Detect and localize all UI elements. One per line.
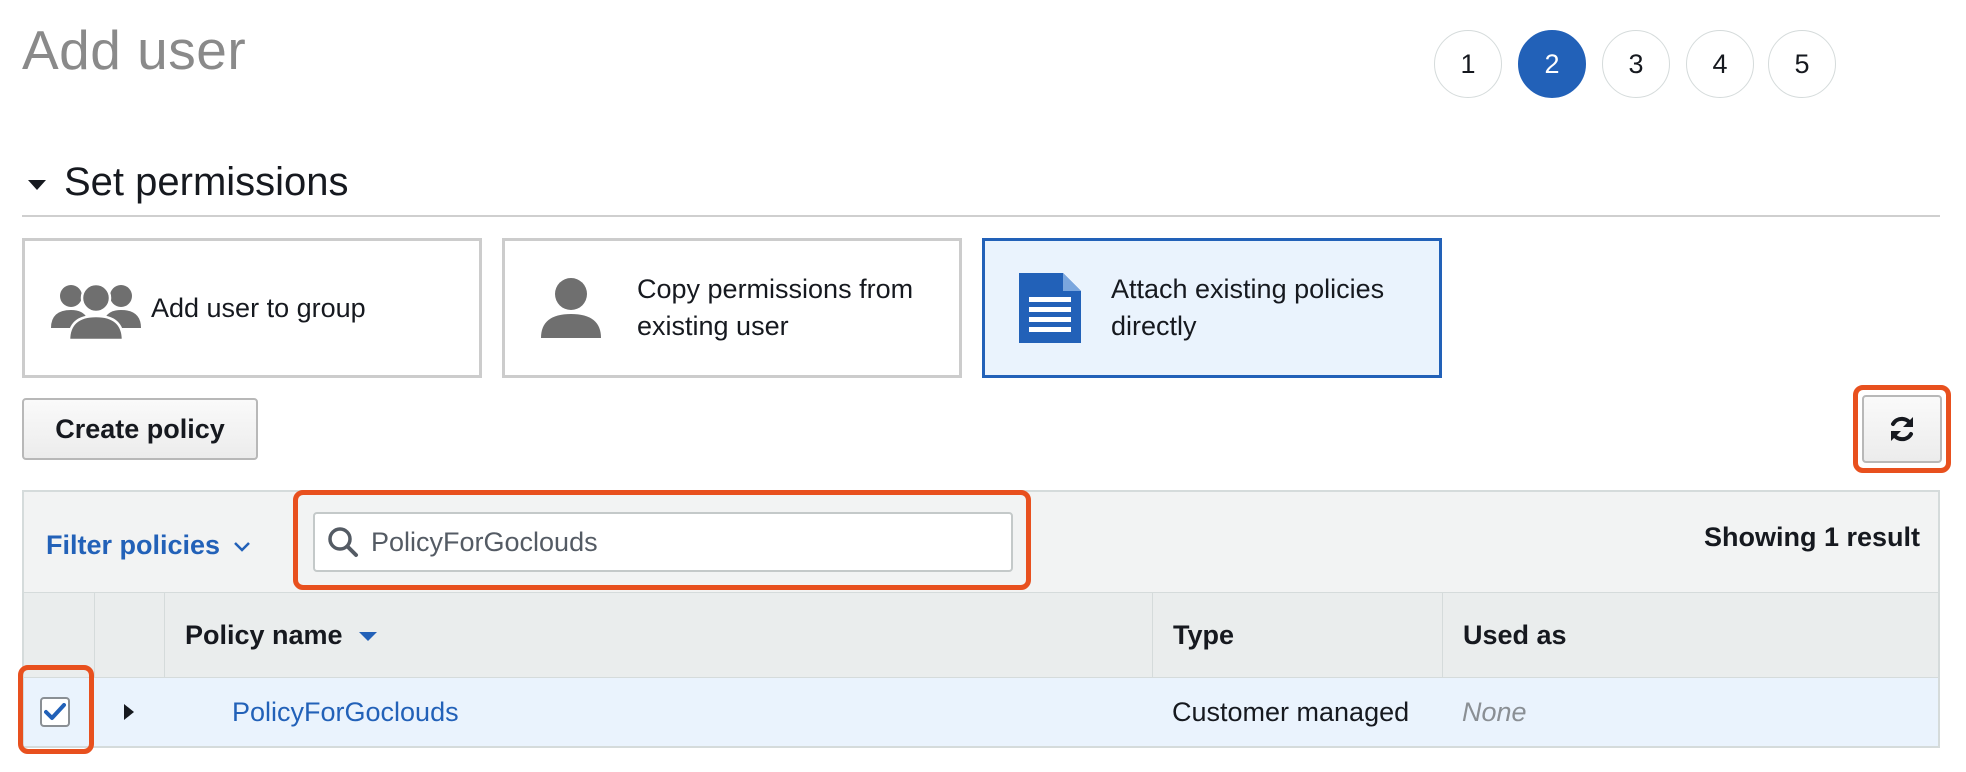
step-1[interactable]: 1 [1434, 30, 1502, 98]
header-expand-cell [94, 593, 164, 677]
option-add-user-to-group[interactable]: Add user to group [22, 238, 482, 378]
option-label: Add user to group [151, 292, 366, 323]
section-title: Set permissions [64, 160, 349, 204]
section-divider [22, 215, 1940, 217]
policy-used-as: None [1462, 696, 1527, 727]
step-2[interactable]: 2 [1518, 30, 1586, 98]
column-label: Used as [1463, 619, 1567, 650]
policy-name-link[interactable]: PolicyForGoclouds [232, 697, 459, 728]
section-header[interactable]: Set permissions [28, 160, 349, 205]
column-label: Policy name [185, 619, 343, 650]
step-5[interactable]: 5 [1768, 30, 1836, 98]
policy-type: Customer managed [1172, 696, 1410, 727]
row-used-cell: None [1442, 678, 1938, 746]
filter-policies-dropdown[interactable]: Filter policies [46, 530, 250, 561]
users-group-icon [51, 276, 141, 340]
refresh-icon [1887, 414, 1917, 444]
caret-right-icon [124, 704, 134, 720]
column-used-as[interactable]: Used as [1442, 593, 1938, 677]
sort-desc-icon [358, 632, 377, 641]
refresh-button[interactable] [1862, 395, 1942, 463]
checkbox-highlight [18, 665, 94, 754]
chevron-down-icon [234, 528, 250, 559]
search-box[interactable] [313, 512, 1013, 572]
column-label: Type [1173, 619, 1235, 650]
row-policy-name-cell: PolicyForGoclouds [164, 678, 1152, 746]
result-count: Showing 1 result [1703, 522, 1920, 552]
step-4[interactable]: 4 [1686, 30, 1754, 98]
filter-label: Filter policies [46, 530, 221, 560]
create-policy-button[interactable]: Create policy [22, 398, 258, 460]
policies-table: Policy name Type Used as PolicyForGoclou… [22, 592, 1940, 748]
option-label: Attach existing policies directly [1111, 274, 1385, 341]
column-type[interactable]: Type [1152, 593, 1442, 677]
row-type-cell: Customer managed [1152, 678, 1442, 746]
option-label: Copy permissions from existing user [637, 274, 914, 341]
option-copy-permissions[interactable]: Copy permissions from existing user [502, 238, 962, 378]
search-icon [327, 526, 359, 558]
page-title: Add user [22, 19, 247, 81]
document-icon [1019, 273, 1081, 343]
caret-down-icon [28, 179, 46, 190]
column-policy-name[interactable]: Policy name [164, 593, 1152, 677]
search-input[interactable] [369, 525, 993, 559]
option-attach-policies[interactable]: Attach existing policies directly [982, 238, 1442, 378]
row-expand-cell[interactable] [94, 678, 164, 746]
user-icon [539, 276, 603, 340]
table-header: Policy name Type Used as [24, 593, 1938, 678]
step-3[interactable]: 3 [1602, 30, 1670, 98]
table-row[interactable]: PolicyForGoclouds Customer managed None [24, 678, 1938, 746]
